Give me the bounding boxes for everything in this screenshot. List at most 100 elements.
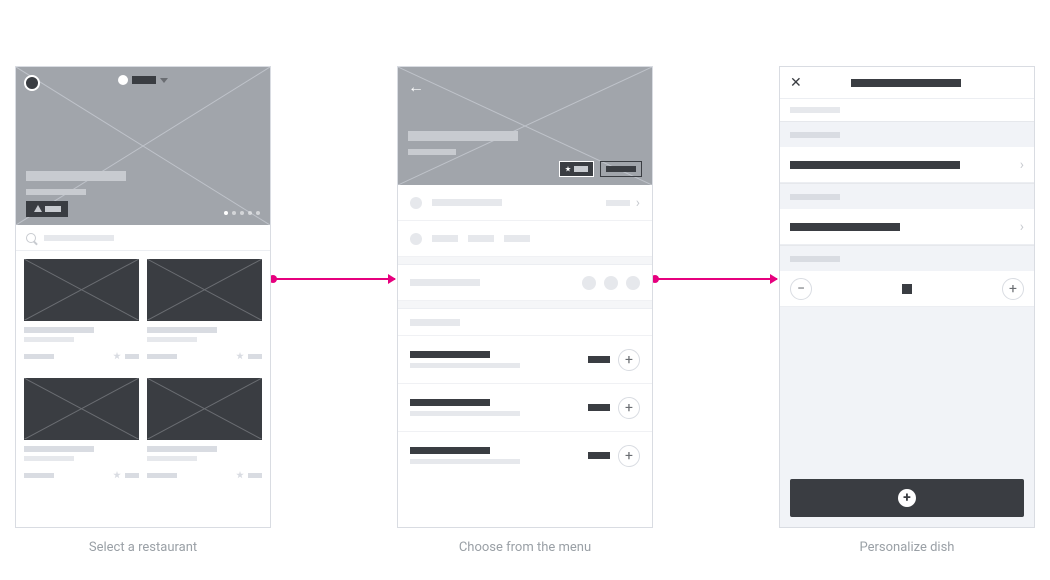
placeholder-bar [147,327,217,333]
chevron-right-icon: › [1020,157,1024,173]
hero-image[interactable] [16,67,270,225]
dot-icon [118,75,128,85]
chevron-right-icon: › [636,195,640,211]
info-pill[interactable] [600,161,642,177]
placeholder-bar [24,473,54,478]
circle-icon[interactable] [582,276,596,290]
restaurant-card[interactable] [147,378,262,489]
menu-item[interactable] [398,383,652,431]
placeholder-bar [125,473,139,478]
carousel-dot[interactable] [256,211,260,215]
add-button[interactable] [618,397,640,419]
placeholder-bar [248,473,262,478]
placeholder-bar [24,337,74,342]
restaurant-card[interactable] [24,259,139,370]
carousel-dot[interactable] [224,211,228,215]
search-icon [26,233,36,243]
placeholder-bar [132,76,156,84]
placeholder-bar [468,235,494,242]
circle-icon [410,197,422,209]
wireframe-screen-2: ← › [397,66,653,528]
placeholder-bar [44,235,114,241]
placeholder-bar [790,107,840,113]
circle-icon[interactable] [626,276,640,290]
star-icon [34,205,42,212]
section-divider [398,301,652,309]
card-image [24,378,139,440]
restaurant-subtitle-placeholder [408,149,456,155]
option-row[interactable]: › [780,147,1034,183]
rating-pill[interactable] [26,201,68,217]
back-button[interactable]: ← [408,77,424,97]
add-to-cart-button[interactable] [790,479,1024,517]
rating-pill[interactable] [559,161,594,177]
placeholder-bar [147,337,197,342]
carousel-dot[interactable] [232,211,236,215]
placeholder-bar [147,473,177,478]
restaurant-card[interactable] [24,378,139,489]
restaurant-title-placeholder [408,131,518,141]
filter-row[interactable] [398,265,652,301]
wireframe-screen-1 [15,66,271,528]
arrow-head-1 [388,274,396,284]
star-icon [236,352,244,360]
location-dropdown[interactable] [118,75,168,85]
caption-screen-1: Select a restaurant [15,540,271,555]
circle-icon[interactable] [604,276,618,290]
carousel-dot[interactable] [248,211,252,215]
plus-circle-icon [898,489,916,507]
restaurant-card[interactable] [147,259,262,370]
placeholder-bar [790,223,900,231]
caption-screen-2: Choose from the menu [397,540,653,555]
placeholder-bar [410,459,520,464]
circle-icon [410,233,422,245]
price-placeholder [588,452,610,459]
empty-space [780,307,1034,471]
price-placeholder [588,404,610,411]
menu-item[interactable] [398,431,652,479]
dish-title-placeholder [851,79,961,87]
restaurant-title-placeholder [26,171,126,181]
placeholder-bar [24,354,54,359]
quantity-stepper[interactable] [780,271,1034,307]
info-row[interactable]: › [398,185,652,221]
add-button[interactable] [618,349,640,371]
quantity-value-placeholder [902,284,912,294]
modal-header: ✕ [780,67,1034,99]
placeholder-bar [410,399,490,406]
dish-subtitle-row [780,99,1034,121]
info-row[interactable] [398,221,652,257]
placeholder-bar [410,279,480,286]
option-row[interactable]: › [780,209,1034,245]
arrow-head-2 [770,274,778,284]
option-section-header [780,121,1034,147]
card-image [147,378,262,440]
avatar-icon[interactable] [24,75,40,91]
carousel-dot[interactable] [240,211,244,215]
section-divider [398,257,652,265]
flow-arrow-2 [655,278,777,280]
increment-button[interactable] [1002,278,1024,300]
star-icon [113,352,121,360]
close-icon[interactable]: ✕ [790,75,802,91]
star-icon [565,166,571,172]
restaurant-grid [16,251,270,497]
placeholder-bar [24,456,74,461]
card-image [147,259,262,321]
search-bar[interactable] [16,225,270,251]
placeholder-bar [790,161,960,169]
carousel-dots[interactable] [224,211,260,215]
placeholder-bar [45,206,61,212]
placeholder-bar [504,235,530,242]
card-image [24,259,139,321]
caption-screen-3: Personalize dish [779,540,1035,555]
chevron-down-icon [160,78,168,83]
option-section-header [780,245,1034,271]
menu-item[interactable] [398,335,652,383]
decrement-button[interactable] [790,278,812,300]
option-section-header [780,183,1034,209]
placeholder-bar [410,363,520,368]
placeholder-bar [606,200,630,206]
placeholder-bar [574,166,588,172]
add-button[interactable] [618,445,640,467]
